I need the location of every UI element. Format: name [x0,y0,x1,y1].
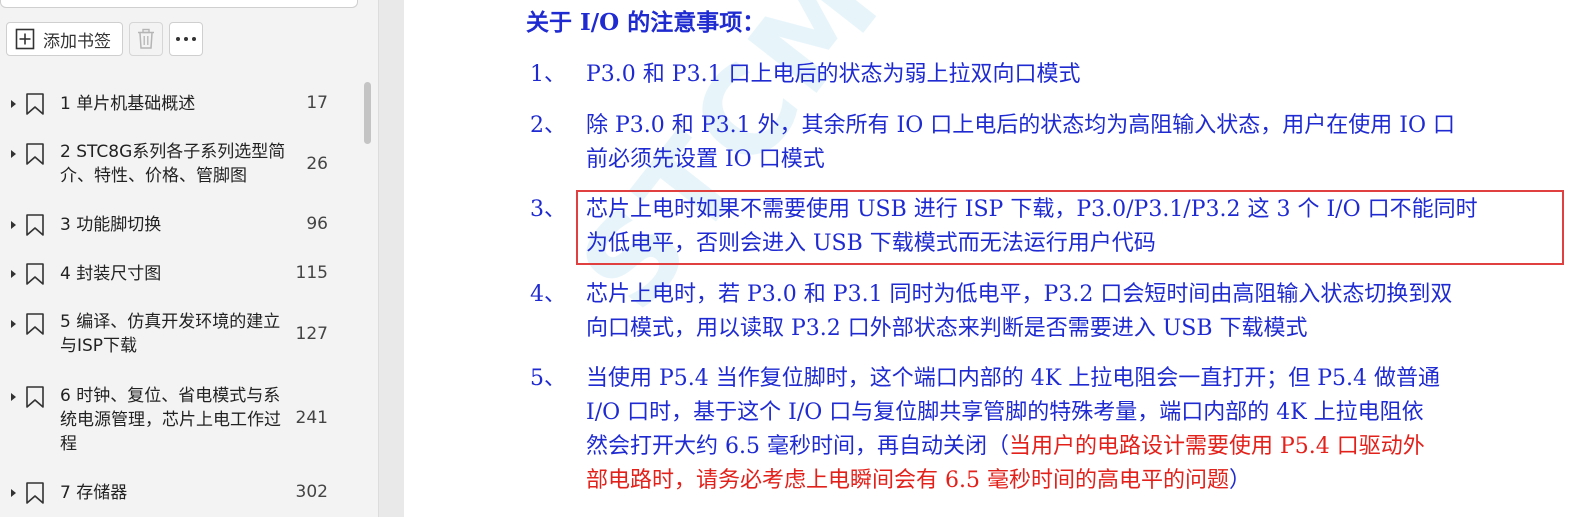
bookmark-page-number: 127 [295,324,328,344]
section-heading: 关于 I/O 的注意事项： [526,9,766,36]
bookmark-title: 5 编译、仿真开发环境的建立与ISP下载 [60,312,281,356]
note-line: 除 P3.0 和 P3.1 外，其余所有 IO 口上电后的状态均为高阻输入状态，… [586,113,1455,138]
note-number: 5、 [530,366,566,391]
note-line: 芯片上电时如果不需要使用 USB 进行 ISP 下载，P3.0/P3.1/P3.… [586,197,1478,222]
note-text-blue: ） [1228,468,1251,493]
note-text: 当使用 P5.4 当作复位脚时，这个端口内部的 4K 上拉电阻会一直打开；但 P… [586,362,1561,498]
bookmark-item[interactable]: 6 时钟、复位、省电模式与系统电源管理，芯片上电工作过程 241 [0,380,360,460]
note-number: 1、 [530,62,566,87]
note-text-blue: 然会打开大约 6.5 毫秒时间，再自动关闭（ [586,434,1009,459]
expand-arrow-icon[interactable] [11,270,16,278]
note-line: 部电路时，请务必考虑上电瞬间会有 6.5 毫秒时间的高电平的问题） [586,464,1561,498]
note-item: 2、 除 P3.0 和 P3.1 外，其余所有 IO 口上电后的状态均为高阻输入… [530,109,1560,177]
bookmark-title: 7 存储器 [60,483,128,503]
note-line: 前必须先设置 IO 口模式 [586,147,825,172]
sidebar-scrollbar-track[interactable] [362,80,372,517]
bookmark-item[interactable]: 5 编译、仿真开发环境的建立与ISP下载 127 [0,308,360,364]
bookmark-title: 2 STC8G系列各子系列选型简介、特性、价格、管脚图 [60,142,286,186]
expand-arrow-icon[interactable] [11,320,16,328]
note-line: 芯片上电时，若 P3.0 和 P3.1 同时为低电平，P3.2 口会短时间由高阻… [586,282,1453,307]
sidebar-scrollbar-thumb[interactable] [364,82,371,144]
bookmark-title: 1 单片机基础概述 [60,94,196,114]
bookmark-icon [26,93,44,115]
bookmark-icon [26,143,44,165]
bookmark-page-number: 302 [295,482,328,502]
expand-arrow-icon[interactable] [11,489,16,497]
note-line: 当使用 P5.4 当作复位脚时，这个端口内部的 4K 上拉电阻会一直打开；但 P… [586,366,1440,391]
note-line: 为低电平，否则会进入 USB 下载模式而无法运行用户代码 [586,231,1156,256]
bookmark-icon [26,386,44,408]
note-line: I/O 口时，基于这个 I/O 口与复位脚共享管脚的特殊考量，端口内部的 4K … [586,400,1424,425]
expand-arrow-icon[interactable] [11,221,16,229]
bookmark-item[interactable]: 1 单片机基础概述 17 [0,88,360,120]
bookmark-page-number: 26 [306,154,328,174]
bookmark-title: 6 时钟、复位、省电模式与系统电源管理，芯片上电工作过程 [60,386,281,454]
note-item: 1、 P3.0 和 P3.1 口上电后的状态为弱上拉双向口模式 [530,58,1560,92]
note-text: P3.0 和 P3.1 口上电后的状态为弱上拉双向口模式 [586,58,1561,92]
bookmark-item[interactable]: 2 STC8G系列各子系列选型简介、特性、价格、管脚图 26 [0,138,360,194]
panel-divider[interactable] [378,0,404,517]
note-line: 向口模式，用以读取 P3.2 口外部状态来判断是否需要进入 USB 下载模式 [586,316,1308,341]
note-text-warning: 部电路时，请务必考虑上电瞬间会有 6.5 毫秒时间的高电平的问题 [586,468,1229,493]
bookmark-item[interactable]: 3 功能脚切换 96 [0,209,360,241]
bookmark-page-number: 115 [295,263,328,283]
bookmark-icon [26,214,44,236]
bookmark-page-number: 96 [306,214,328,234]
note-text: 除 P3.0 和 P3.1 外，其余所有 IO 口上电后的状态均为高阻输入状态，… [586,109,1561,177]
bookmark-sidebar: 添加书签 1 单片机基础概述 17 2 STC8G系列各子系列选型简介、特性、价… [0,0,378,517]
note-item: 3、 芯片上电时如果不需要使用 USB 进行 ISP 下载，P3.0/P3.1/… [530,193,1560,261]
bookmark-item[interactable]: 4 封装尺寸图 115 [0,258,360,290]
note-item: 4、 芯片上电时，若 P3.0 和 P3.1 同时为低电平，P3.2 口会短时间… [530,278,1560,346]
note-line: 然会打开大约 6.5 毫秒时间，再自动关闭（当用户的电路设计需要使用 P5.4 … [586,430,1561,464]
bookmark-list: 1 单片机基础概述 17 2 STC8G系列各子系列选型简介、特性、价格、管脚图… [0,0,360,517]
note-item: 5、 当使用 P5.4 当作复位脚时，这个端口内部的 4K 上拉电阻会一直打开；… [530,362,1560,498]
bookmark-icon [26,313,44,335]
bookmark-page-number: 241 [295,408,328,428]
bookmark-icon [26,263,44,285]
bookmark-title: 4 封装尺寸图 [60,264,162,284]
note-number: 4、 [530,282,566,307]
expand-arrow-icon[interactable] [11,150,16,158]
bookmark-page-number: 17 [306,93,328,113]
bookmark-title: 3 功能脚切换 [60,215,162,235]
note-text: 芯片上电时如果不需要使用 USB 进行 ISP 下载，P3.0/P3.1/P3.… [586,193,1561,261]
bookmark-item[interactable]: 7 存储器 302 [0,477,360,509]
note-number: 2、 [530,113,566,138]
note-line: P3.0 和 P3.1 口上电后的状态为弱上拉双向口模式 [586,62,1081,87]
expand-arrow-icon[interactable] [11,393,16,401]
note-number: 3、 [530,197,566,222]
note-text: 芯片上电时，若 P3.0 和 P3.1 同时为低电平，P3.2 口会短时间由高阻… [586,278,1561,346]
note-text-warning: 当用户的电路设计需要使用 P5.4 口驱动外 [1008,434,1425,459]
expand-arrow-icon[interactable] [11,100,16,108]
document-page: STCMCU 关于 I/O 的注意事项： 1、 P3.0 和 P3.1 口上电后… [404,0,1569,517]
bookmark-icon [26,482,44,504]
